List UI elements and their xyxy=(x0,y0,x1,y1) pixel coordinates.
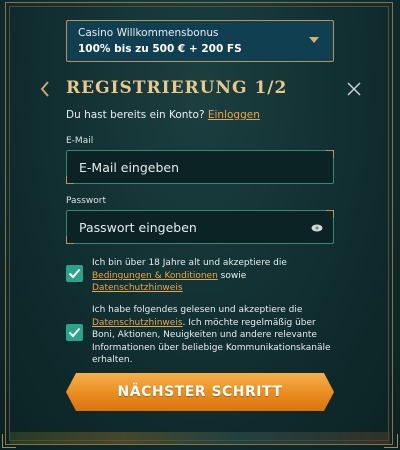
login-prompt-text: Du hast bereits ein Konto? xyxy=(66,109,205,121)
email-label: E-Mail xyxy=(66,136,94,146)
bonus-offer: 100% bis zu 500 € + 200 FS xyxy=(78,43,242,55)
next-step-button[interactable]: NÄCHSTER SCHRITT xyxy=(66,373,334,411)
bonus-title: Casino Willkommensbonus xyxy=(78,27,219,39)
password-label: Passwort xyxy=(66,196,107,206)
email-field-container xyxy=(66,150,334,184)
age-terms-text: Ich bin über 18 Jahre alt und akzeptiere… xyxy=(92,257,332,295)
field-corner-icon xyxy=(326,150,334,158)
eye-icon[interactable] xyxy=(311,223,323,233)
marketing-consent-checkbox[interactable] xyxy=(66,324,83,341)
login-prompt: Du hast bereits ein Konto? Einloggen xyxy=(66,109,260,121)
bonus-dropdown[interactable]: Casino Willkommensbonus 100% bis zu 500 … xyxy=(66,20,334,62)
age-terms-checkbox[interactable] xyxy=(66,265,83,282)
close-icon[interactable] xyxy=(346,81,362,97)
page-title: REGISTRIERUNG 1/2 xyxy=(66,78,288,98)
privacy-link[interactable]: Datenschutzhinweis xyxy=(92,283,183,293)
field-corner-icon xyxy=(326,210,334,218)
terms-link[interactable]: Bedingungen & Konditionen xyxy=(92,271,218,281)
privacy-link[interactable]: Datenschutzhinweis xyxy=(92,318,183,328)
password-input[interactable] xyxy=(67,211,333,243)
bottom-decoration xyxy=(10,432,390,444)
email-input[interactable] xyxy=(67,151,333,183)
consent2-text: Ich habe folgendes gelesen und akzeptier… xyxy=(92,305,303,315)
chevron-down-icon xyxy=(309,37,319,43)
login-link[interactable]: Einloggen xyxy=(208,109,260,121)
password-field-container xyxy=(66,210,334,244)
field-corner-icon xyxy=(66,236,74,244)
consent1-text: Ich bin über 18 Jahre alt und akzeptiere… xyxy=(92,258,287,268)
field-corner-icon xyxy=(66,176,74,184)
checkmark-icon xyxy=(68,268,81,279)
checkmark-icon xyxy=(68,327,81,338)
back-arrow-icon[interactable] xyxy=(40,81,50,97)
consent1-text-mid: sowie xyxy=(217,270,247,281)
marketing-consent-text: Ich habe folgendes gelesen und akzeptier… xyxy=(92,304,332,367)
